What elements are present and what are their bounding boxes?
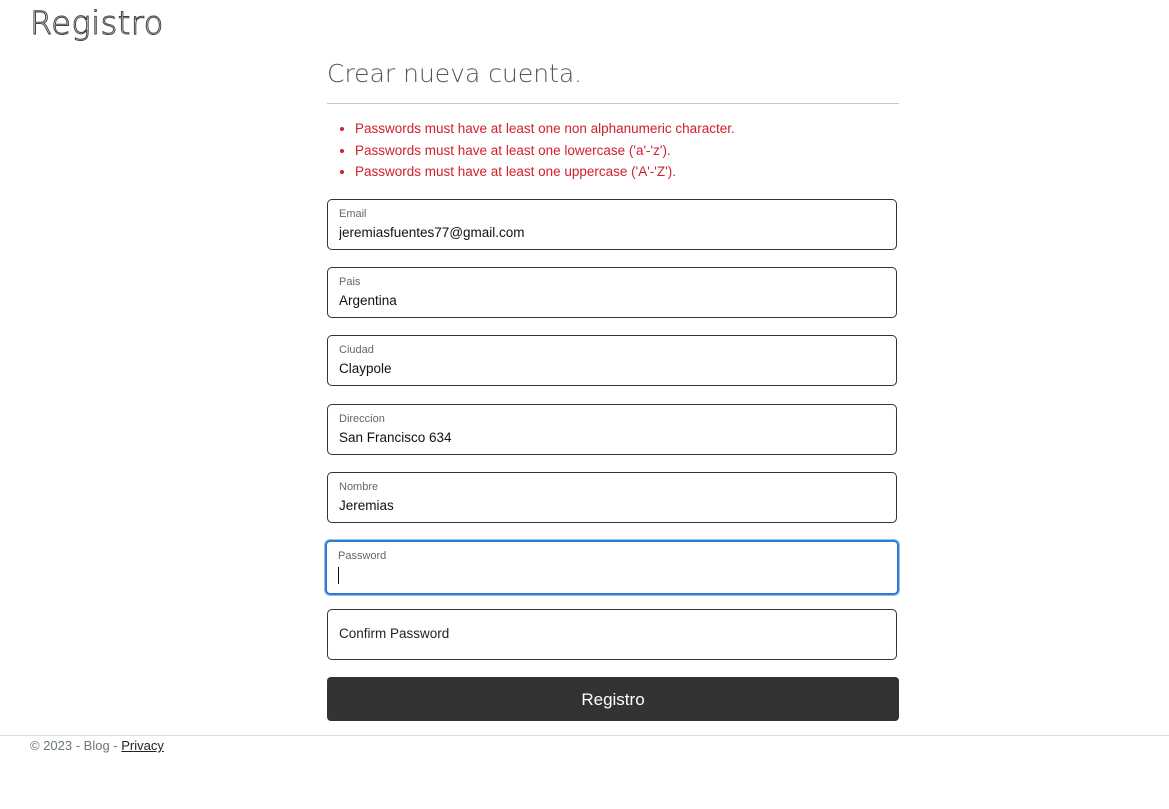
pais-label: Pais xyxy=(339,276,361,288)
email-field[interactable]: Email xyxy=(327,199,897,250)
confirm-password-label: Confirm Password xyxy=(339,626,450,641)
direccion-field[interactable]: Direccion xyxy=(327,404,897,455)
confirm-password-field[interactable]: Confirm Password xyxy=(327,609,897,660)
divider xyxy=(327,103,899,104)
password-field[interactable]: Password xyxy=(325,540,899,595)
error-message: Passwords must have at least one non alp… xyxy=(355,120,899,142)
form-heading: Crear nueva cuenta. xyxy=(327,59,583,88)
direccion-label: Direccion xyxy=(339,413,385,425)
register-form: Crear nueva cuenta. Passwords must have … xyxy=(325,52,899,721)
register-button[interactable]: Registro xyxy=(327,677,899,721)
error-message: Passwords must have at least one lowerca… xyxy=(355,142,899,164)
email-label: Email xyxy=(339,208,367,220)
footer-text: © 2023 - Blog - xyxy=(30,738,122,753)
text-cursor xyxy=(338,567,339,584)
nombre-field[interactable]: Nombre xyxy=(327,472,897,523)
nombre-input[interactable] xyxy=(339,498,879,513)
ciudad-field[interactable]: Ciudad xyxy=(327,335,897,386)
validation-summary: Passwords must have at least one non alp… xyxy=(327,120,899,185)
pais-input[interactable] xyxy=(339,293,879,308)
direccion-input[interactable] xyxy=(339,430,879,445)
nombre-label: Nombre xyxy=(339,481,379,493)
ciudad-input[interactable] xyxy=(339,361,879,376)
page-title: Registro xyxy=(30,4,164,43)
password-label: Password xyxy=(338,550,387,562)
ciudad-label: Ciudad xyxy=(339,344,374,356)
pais-field[interactable]: Pais xyxy=(327,267,897,318)
footer-divider xyxy=(0,735,1169,736)
email-input[interactable] xyxy=(339,225,879,240)
footer: © 2023 - Blog - Privacy xyxy=(30,738,164,753)
privacy-link[interactable]: Privacy xyxy=(121,738,164,753)
error-message: Passwords must have at least one upperca… xyxy=(355,163,899,185)
